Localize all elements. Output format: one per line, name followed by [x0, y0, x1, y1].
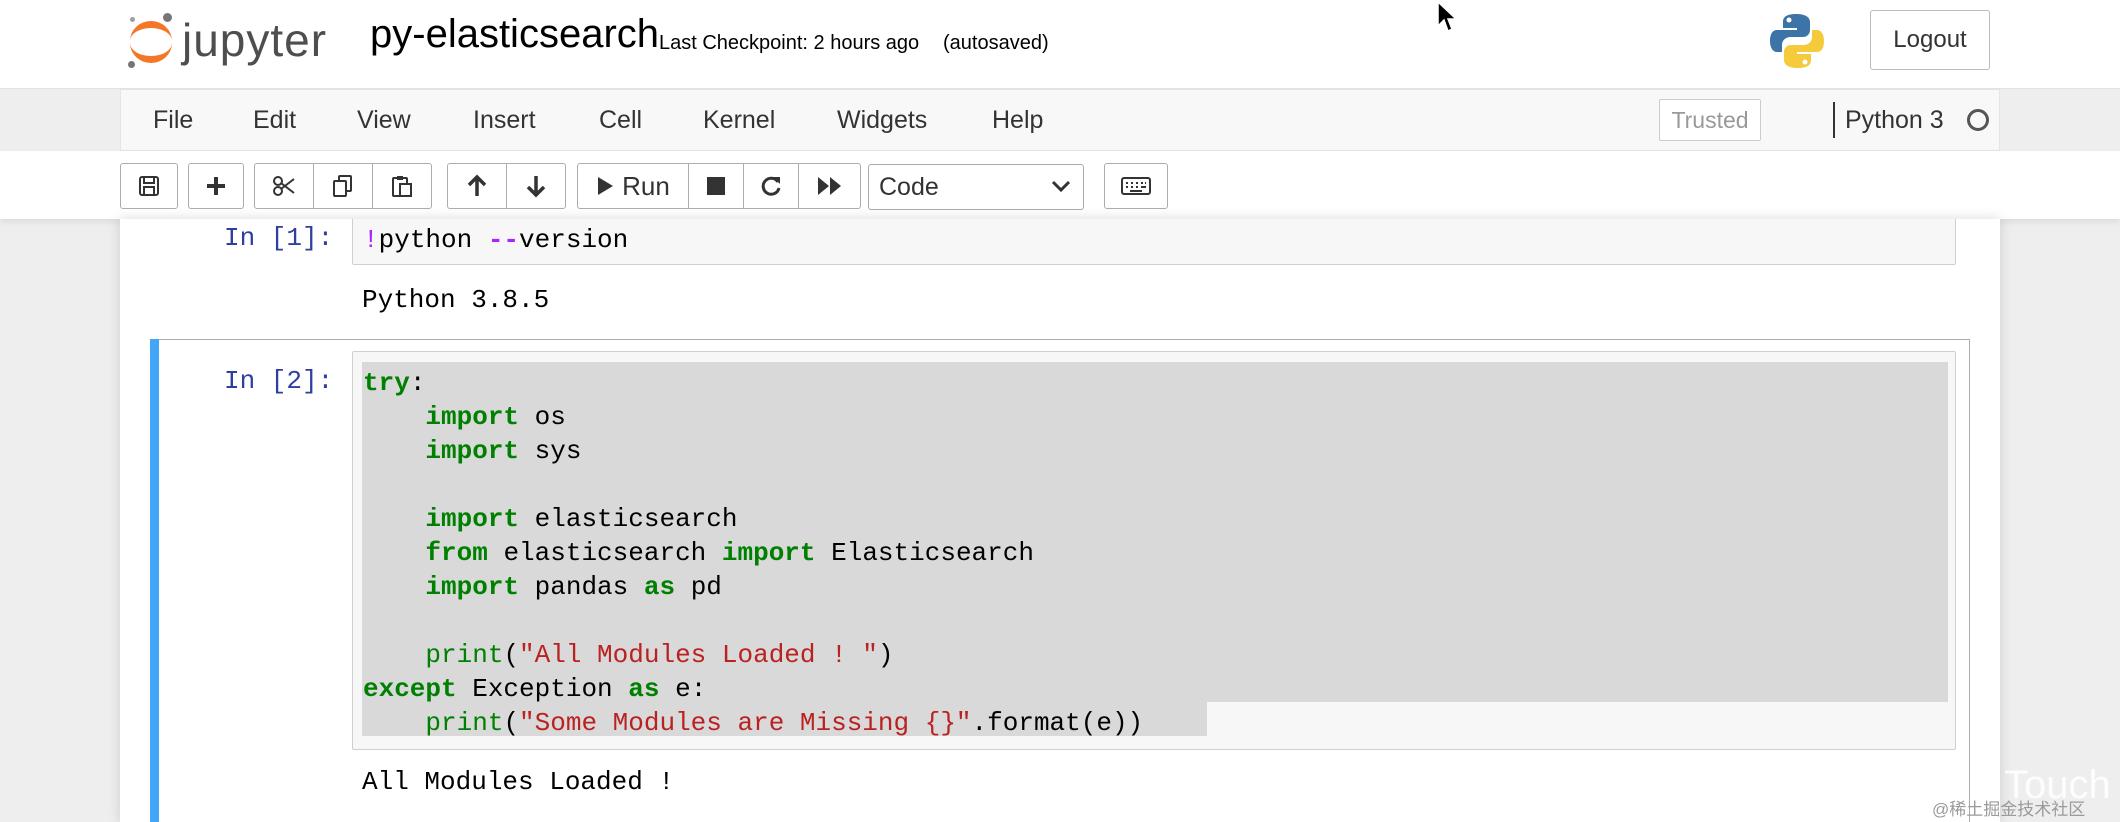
save-button[interactable]: [120, 163, 178, 209]
restart-icon: [761, 176, 781, 196]
header: jupyter py-elasticsearch Last Checkpoint…: [0, 0, 2120, 89]
move-down-button[interactable]: [506, 163, 566, 209]
autosave-status: (autosaved): [943, 32, 1049, 54]
fast-forward-icon: [817, 177, 841, 195]
cell2-code: try: import os import sys import elastic…: [363, 368, 1144, 738]
cut-button[interactable]: [254, 163, 314, 209]
cell1-input-area[interactable]: !python --version: [352, 219, 1956, 265]
cell2-output: All Modules Loaded !: [362, 767, 675, 797]
menu-view[interactable]: View: [357, 106, 411, 135]
menubar: File Edit View Insert Cell Kernel Widget…: [120, 89, 2000, 151]
arrow-up-icon: [467, 174, 487, 196]
command-palette-button[interactable]: [1104, 163, 1168, 209]
copy-button[interactable]: [313, 163, 373, 209]
keyboard-icon: [1121, 177, 1151, 195]
kernel-name[interactable]: Python 3: [1845, 106, 1944, 135]
cell1-output: Python 3.8.5: [362, 285, 550, 315]
cell-type-value: Code: [879, 172, 939, 201]
insert-cell-button[interactable]: [188, 163, 244, 209]
menu-help[interactable]: Help: [992, 106, 1043, 135]
trusted-indicator[interactable]: Trusted: [1659, 99, 1761, 141]
menu-kernel[interactable]: Kernel: [703, 106, 775, 135]
jupyter-logo-icon: [128, 13, 174, 68]
menu-file[interactable]: File: [153, 106, 193, 135]
kernel-separator: [1833, 102, 1835, 138]
floppy-disk-icon: [139, 176, 159, 196]
clipboard-icon: [392, 176, 412, 197]
scissors-icon: [273, 176, 295, 196]
arrow-down-icon: [526, 176, 546, 198]
cell2-input-area[interactable]: try: import os import sys import elastic…: [352, 351, 1956, 750]
toolbar: Run Code: [0, 151, 2120, 219]
menu-insert[interactable]: Insert: [473, 106, 536, 135]
notebook-name[interactable]: py-elasticsearch: [370, 12, 659, 57]
interrupt-button[interactable]: [688, 163, 744, 209]
menu-edit[interactable]: Edit: [253, 106, 296, 135]
logout-button[interactable]: Logout: [1870, 10, 1990, 70]
python-logo-icon: [1770, 14, 1824, 68]
cell-type-select[interactable]: Code: [868, 164, 1084, 210]
notebook-container: In [1]: !python --version Python 3.8.5 I…: [120, 219, 2000, 822]
watermark-source: @稀土掘金技术社区: [1932, 800, 2086, 819]
cell2-prompt: In [2]:: [224, 366, 334, 396]
copy-icon: [333, 175, 352, 197]
menu-cell[interactable]: Cell: [599, 106, 642, 135]
paste-button[interactable]: [372, 163, 432, 209]
chevron-down-icon: [1051, 180, 1071, 193]
stop-icon: [707, 177, 725, 195]
menu-widgets[interactable]: Widgets: [837, 106, 927, 135]
run-button[interactable]: Run: [577, 163, 689, 209]
move-up-button[interactable]: [447, 163, 507, 209]
cell1-prompt: In [1]:: [224, 223, 334, 253]
cell-selection-bar: [150, 339, 159, 822]
cell1-code: !python --version: [363, 225, 629, 255]
run-label: Run: [622, 170, 670, 201]
jupyter-logo[interactable]: jupyter: [128, 10, 327, 70]
logo-text: jupyter: [182, 14, 328, 66]
restart-run-all-button[interactable]: [798, 163, 861, 209]
play-icon: [598, 177, 614, 195]
checkpoint-status: Last Checkpoint: 2 hours ago: [659, 32, 920, 54]
restart-button[interactable]: [743, 163, 799, 209]
kernel-idle-icon: [1967, 109, 1989, 131]
plus-icon: [207, 177, 225, 195]
mouse-cursor-icon: [1437, 0, 1458, 33]
